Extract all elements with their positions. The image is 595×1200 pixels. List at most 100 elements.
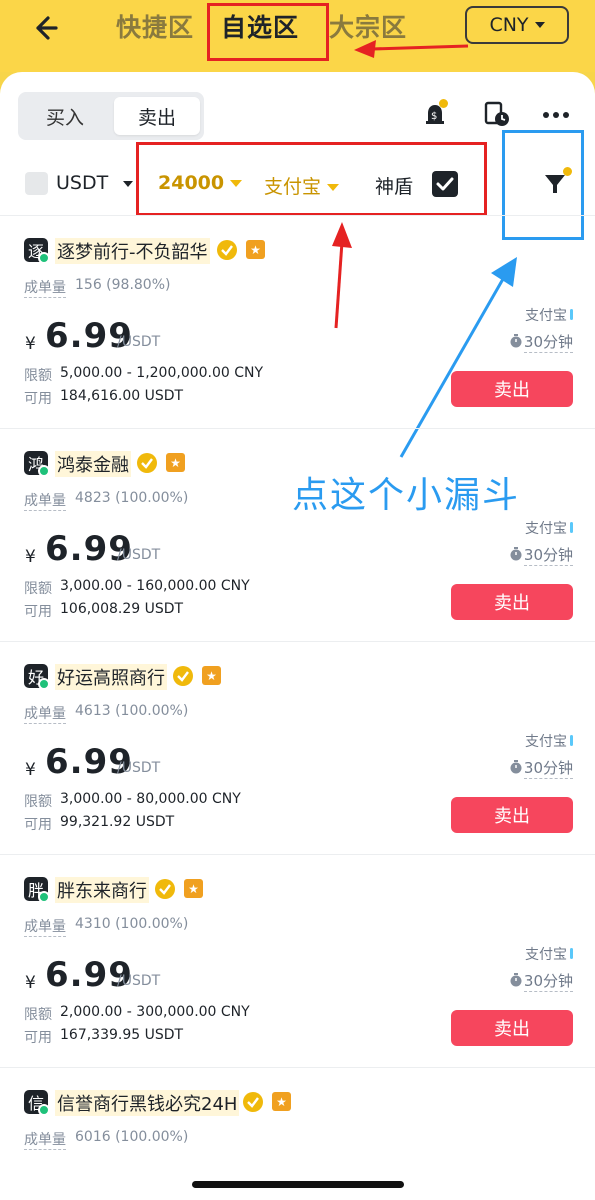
chevron-down-icon	[534, 22, 545, 28]
sell-button[interactable]: 卖出	[451, 797, 573, 833]
merchant-name[interactable]: 信誉商行黑钱必究24H	[55, 1090, 240, 1116]
avatar: 胖	[24, 877, 50, 903]
limit-label: 限额	[24, 368, 52, 384]
price-unit: /USDT	[117, 334, 161, 350]
timer-icon	[510, 973, 522, 987]
sell-button[interactable]: 卖出	[451, 584, 573, 620]
orders-label: 成单量	[24, 277, 66, 298]
available-label: 可用	[24, 391, 52, 407]
available-value: 99,321.92 USDT	[60, 814, 175, 830]
annotation-text: 点这个小漏斗	[292, 475, 521, 516]
verified-badge-icon	[217, 240, 237, 260]
merchant-name[interactable]: 好运高照商行	[55, 664, 167, 690]
available-label: 可用	[24, 604, 52, 620]
price-unit: /USDT	[117, 760, 161, 776]
currency-symbol: ¥	[25, 973, 36, 993]
payment-time: 30分钟	[523, 972, 573, 992]
timer-icon	[510, 334, 522, 348]
timer-icon	[510, 760, 522, 774]
orders-label: 成单量	[24, 916, 66, 937]
ad-card[interactable]: 好 好运高照商行 ★ 成单量 4613 (100.00%) ¥ 6.99 /US…	[0, 642, 595, 855]
asset-selector[interactable]: USDT	[56, 172, 108, 194]
limit-value: 5,000.00 - 1,200,000.00 CNY	[60, 365, 264, 381]
payment-color-bar	[570, 522, 573, 533]
limit-label: 限额	[24, 581, 52, 597]
orders-label: 成单量	[24, 490, 66, 511]
verified-badge-icon	[243, 1092, 263, 1112]
orders-value: 156 (98.80%)	[75, 277, 171, 293]
notification-dot	[439, 99, 448, 108]
online-dot	[38, 465, 50, 477]
payment-method: 支付宝	[525, 947, 567, 963]
ad-card[interactable]: 胖 胖东来商行 ★ 成单量 4310 (100.00%) ¥ 6.99 /USD…	[0, 855, 595, 1068]
merchant-star-icon: ★	[202, 666, 221, 685]
payment-time: 30分钟	[523, 546, 573, 566]
avatar: 逐	[24, 238, 50, 264]
orders-value: 4823 (100.00%)	[75, 490, 189, 506]
currency-symbol: ¥	[25, 547, 36, 567]
merchant-star-icon: ★	[246, 240, 265, 259]
limit-label: 限额	[24, 1007, 52, 1023]
payment-time: 30分钟	[523, 759, 573, 779]
avatar: 鸿	[24, 451, 50, 477]
available-value: 167,339.95 USDT	[60, 1027, 184, 1043]
ad-card[interactable]: 逐 逐梦前行-不负韶华 ★ 成单量 156 (98.80%) ¥ 6.99 /U…	[0, 216, 595, 429]
chevron-down-icon	[123, 181, 133, 187]
avatar: 好	[24, 664, 50, 690]
currency-label: CNY	[489, 14, 529, 36]
available-value: 184,616.00 USDT	[60, 388, 184, 404]
asset-checkbox[interactable]	[25, 172, 48, 195]
payment-color-bar	[570, 735, 573, 746]
online-dot	[38, 891, 50, 903]
merchant-name[interactable]: 胖东来商行	[55, 877, 149, 903]
sell-tab[interactable]: 卖出	[114, 97, 200, 135]
payment-method: 支付宝	[525, 734, 567, 750]
home-indicator	[192, 1181, 404, 1188]
ad-card[interactable]: 信 信誉商行黑钱必究24H ★ 成单量 6016 (100.00%)	[0, 1068, 595, 1178]
more-options-icon[interactable]	[542, 110, 570, 120]
back-arrow-icon[interactable]	[26, 10, 62, 46]
orders-value: 4613 (100.00%)	[75, 703, 189, 719]
online-dot	[38, 678, 50, 690]
available-label: 可用	[24, 817, 52, 833]
orders-value: 4310 (100.00%)	[75, 916, 189, 932]
orders-label: 成单量	[24, 1129, 66, 1150]
merchant-star-icon: ★	[184, 879, 203, 898]
ad-card[interactable]: 鸿 鸿泰金融 ★ 成单量 4823 (100.00%) ¥ 6.99 /USDT…	[0, 429, 595, 642]
buy-tab[interactable]: 买入	[22, 97, 108, 135]
payment-color-bar	[570, 948, 573, 959]
price-unit: /USDT	[117, 547, 161, 563]
currency-symbol: ¥	[25, 334, 36, 354]
avatar: 信	[24, 1090, 50, 1116]
tab-express[interactable]: 快捷区	[116, 8, 194, 44]
merchant-name[interactable]: 逐梦前行-不负韶华	[55, 238, 210, 264]
svg-text:$: $	[431, 111, 437, 122]
orders-label: 成单量	[24, 703, 66, 724]
online-dot	[38, 1104, 50, 1116]
price-unit: /USDT	[117, 973, 161, 989]
annotation-box-filters	[136, 142, 487, 216]
sell-button[interactable]: 卖出	[451, 371, 573, 407]
order-history-icon[interactable]	[483, 100, 511, 128]
limit-value: 2,000.00 - 300,000.00 CNY	[60, 1004, 250, 1020]
merchant-star-icon: ★	[272, 1092, 291, 1111]
limit-label: 限额	[24, 794, 52, 810]
limit-value: 3,000.00 - 80,000.00 CNY	[60, 791, 241, 807]
verified-badge-icon	[155, 879, 175, 899]
currency-selector[interactable]: CNY	[465, 6, 569, 44]
merchant-name[interactable]: 鸿泰金融	[55, 451, 131, 477]
payment-color-bar	[570, 309, 573, 320]
online-dot	[38, 252, 50, 264]
annotation-box-tab	[207, 3, 329, 61]
verified-badge-icon	[173, 666, 193, 686]
merchant-star-icon: ★	[166, 453, 185, 472]
currency-symbol: ¥	[25, 760, 36, 780]
sell-button[interactable]: 卖出	[451, 1010, 573, 1046]
payment-method: 支付宝	[525, 308, 567, 324]
buy-sell-toggle: 买入 卖出	[18, 92, 204, 140]
orders-value: 6016 (100.00%)	[75, 1129, 189, 1145]
available-value: 106,008.29 USDT	[60, 601, 184, 617]
verified-badge-icon	[137, 453, 157, 473]
annotation-arrow-left-icon	[354, 40, 469, 58]
timer-icon	[510, 547, 522, 561]
